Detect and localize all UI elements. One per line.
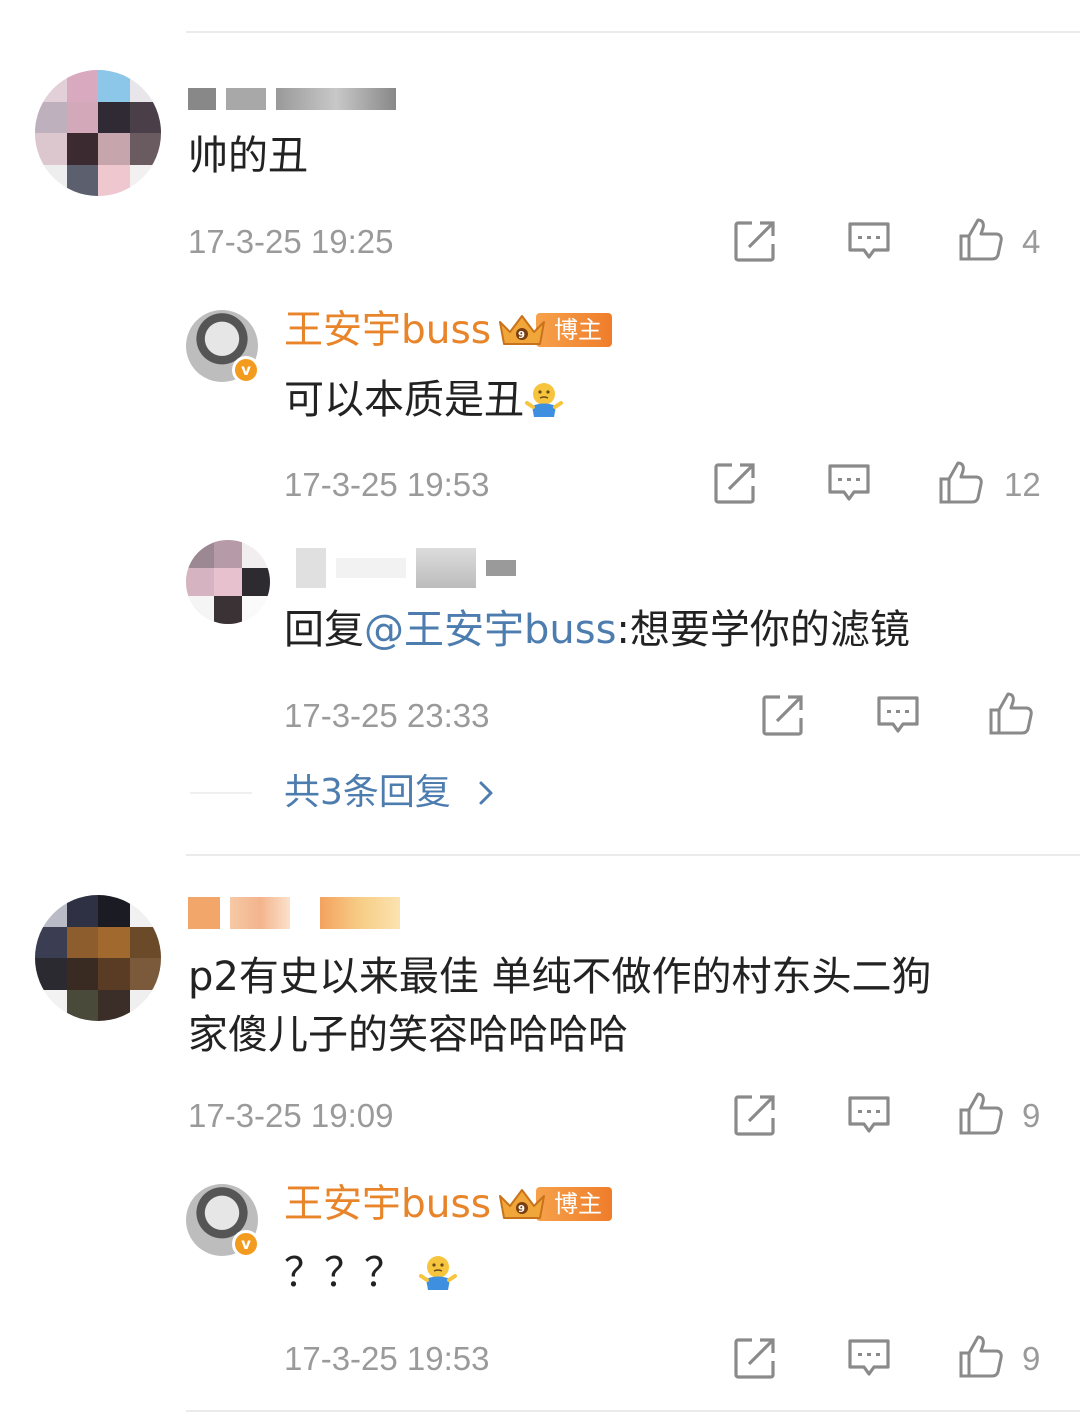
- top-divider: [186, 31, 1080, 33]
- reply-time: 17-3-25 19:53: [284, 1340, 490, 1377]
- like-icon[interactable]: [958, 216, 1004, 262]
- verified-icon: v: [232, 1230, 260, 1258]
- username-blurred[interactable]: [296, 548, 516, 588]
- blogger-badge: 博主: [496, 312, 612, 348]
- username-blurred[interactable]: [188, 897, 400, 929]
- repost-icon[interactable]: [712, 460, 758, 506]
- author-name[interactable]: 王安宇buss: [284, 306, 491, 356]
- comment-icon[interactable]: [846, 1335, 892, 1381]
- comment-time: 17-3-25 19:25: [188, 223, 394, 260]
- mention-link[interactable]: @王安宇buss: [364, 607, 616, 653]
- like-icon[interactable]: [958, 1090, 1004, 1136]
- like-count: 9: [1022, 1340, 1041, 1377]
- like-count: 9: [1022, 1097, 1041, 1134]
- avatar[interactable]: [35, 70, 161, 196]
- repost-icon[interactable]: [732, 1335, 778, 1381]
- thread-divider: [186, 854, 1080, 856]
- faint-line: [190, 792, 252, 794]
- username-blurred[interactable]: [188, 88, 396, 110]
- reply-time: 17-3-25 23:33: [284, 697, 490, 734]
- reply-time: 17-3-25 19:53: [284, 466, 490, 503]
- more-replies-label: 共3条回复: [284, 772, 451, 813]
- avatar[interactable]: [186, 540, 270, 624]
- bottom-divider: [186, 1410, 1080, 1412]
- verified-icon: v: [232, 356, 260, 384]
- shrug-emoji-icon: [418, 1252, 458, 1292]
- crown-icon: [496, 310, 548, 350]
- reply-text-content: ？？？: [284, 1250, 404, 1296]
- reply-text-content: 可以本质是丑: [284, 377, 524, 423]
- like-icon[interactable]: [988, 690, 1034, 736]
- reply-text-content: :想要学你的滤镜: [616, 607, 910, 653]
- comment-icon[interactable]: [846, 218, 892, 264]
- comment-icon[interactable]: [875, 692, 921, 738]
- repost-icon[interactable]: [732, 1092, 778, 1138]
- reply-text: ？？？: [284, 1245, 458, 1301]
- like-icon[interactable]: [958, 1333, 1004, 1379]
- like-icon[interactable]: [938, 459, 984, 505]
- comment-text-line: 家傻儿子的笑容哈哈哈哈: [188, 1012, 628, 1058]
- comment-icon[interactable]: [826, 460, 872, 506]
- comment-text-line: p2有史以来最佳 单纯不做作的村东头二狗: [188, 954, 932, 1000]
- chevron-right-icon: [476, 778, 496, 808]
- repost-icon[interactable]: [732, 218, 778, 264]
- reply-prefix: 回复: [284, 607, 364, 653]
- blogger-badge: 博主: [496, 1186, 612, 1222]
- comment-time: 17-3-25 19:09: [188, 1097, 394, 1134]
- reply-text: 可以本质是丑: [284, 372, 564, 428]
- crown-icon: [496, 1184, 548, 1224]
- author-name[interactable]: 王安宇buss: [284, 1180, 491, 1230]
- avatar[interactable]: [35, 895, 161, 1021]
- like-count: 4: [1022, 223, 1041, 260]
- like-count: 12: [1004, 466, 1041, 503]
- reply-text: 回复@王安宇buss:想要学你的滤镜: [284, 602, 910, 658]
- comment-text: 帅的丑: [188, 133, 308, 179]
- comment-text: p2有史以来最佳 单纯不做作的村东头二狗 家傻儿子的笑容哈哈哈哈: [188, 948, 1048, 1064]
- shrug-emoji-icon: [524, 379, 564, 419]
- more-replies-link[interactable]: 共3条回复: [284, 770, 496, 816]
- comment-icon[interactable]: [846, 1092, 892, 1138]
- repost-icon[interactable]: [760, 692, 806, 738]
